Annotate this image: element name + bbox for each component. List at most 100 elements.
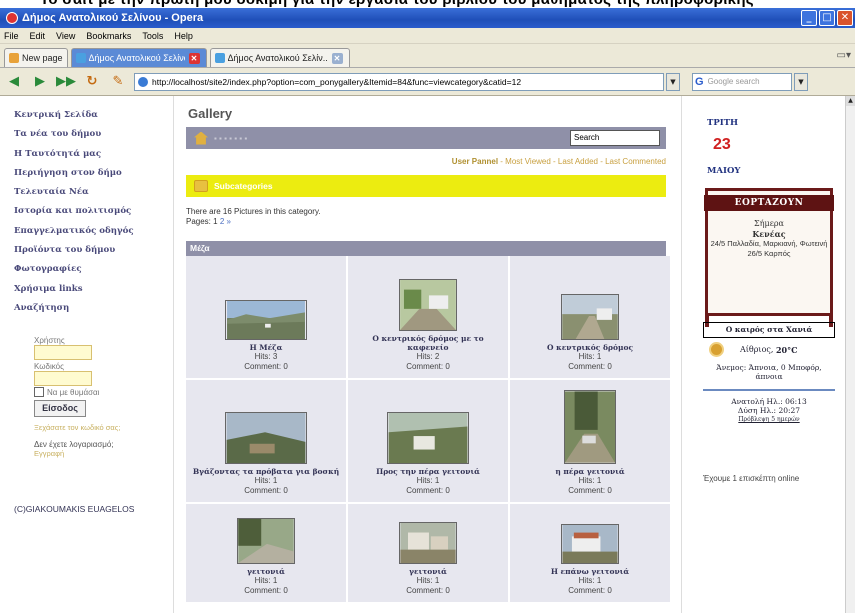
item-caption[interactable]: γειτονιά bbox=[247, 567, 285, 576]
nav-products[interactable]: Προϊόντα του δήμου bbox=[14, 241, 164, 260]
subcategories-bar[interactable]: Subcategories bbox=[186, 175, 666, 197]
thumbnail-image[interactable] bbox=[399, 279, 457, 331]
today-name: Κενέας bbox=[752, 229, 786, 239]
close-icon[interactable]: ✕ bbox=[837, 10, 853, 26]
gallery-item[interactable]: Η Μέζα Hits: 3 Comment: 0 bbox=[186, 256, 346, 378]
item-comments: Comment: 0 bbox=[244, 362, 288, 371]
nav-identity[interactable]: Η Ταυτότητά μας bbox=[14, 145, 164, 164]
nav-home[interactable]: Κεντρική Σελίδα bbox=[14, 106, 164, 125]
item-caption[interactable]: Προς την πέρα γειτονιά bbox=[376, 467, 480, 476]
menu-view[interactable]: View bbox=[56, 31, 75, 41]
item-hits: Hits: 1 bbox=[578, 352, 602, 361]
user-panel-link[interactable]: User Pannel bbox=[452, 157, 498, 166]
tab-close-icon[interactable]: ✕ bbox=[188, 52, 200, 64]
new-page-icon bbox=[9, 53, 19, 63]
username-input[interactable] bbox=[34, 345, 92, 360]
gallery-item[interactable]: Προς την πέρα γειτονιά Hits: 1 Comment: … bbox=[348, 380, 508, 502]
tab-menu-icon[interactable]: ▭▾ bbox=[837, 50, 851, 61]
item-comments: Comment: 0 bbox=[568, 586, 612, 595]
folder-icon bbox=[194, 180, 208, 192]
back-icon[interactable]: ◀ bbox=[4, 72, 24, 92]
thumbnail-image[interactable] bbox=[399, 522, 457, 564]
maximize-icon[interactable]: □ bbox=[819, 10, 835, 26]
fast-forward-icon[interactable]: ▶▶ bbox=[56, 72, 76, 92]
forecast-link[interactable]: Πρόβλεψη 5 ημερών bbox=[703, 416, 835, 423]
gallery-item[interactable]: Ο κεντρικός δρόμος Hits: 1 Comment: 0 bbox=[510, 256, 670, 378]
remember-label: Να με θυμάσαι bbox=[47, 387, 100, 397]
forgot-password-link[interactable]: Ξεχάσατε τον κωδικό σας; bbox=[34, 423, 164, 432]
item-caption[interactable]: Βγάζοντας τα πρόβατα για βοσκή bbox=[193, 467, 339, 476]
gallery-item[interactable]: Ο κεντρικός δρόμος με το καφενείο Hits: … bbox=[348, 256, 508, 378]
site-favicon-icon bbox=[75, 53, 86, 63]
menu-help[interactable]: Help bbox=[174, 31, 193, 41]
month: ΜΑΙΟΥ bbox=[707, 166, 741, 176]
item-caption[interactable]: Ο κεντρικός δρόμος με το καφενείο bbox=[354, 334, 502, 352]
gallery-item[interactable]: Βγάζοντας τα πρόβατα για βοσκή Hits: 1 C… bbox=[186, 380, 346, 502]
site-favicon-icon bbox=[214, 53, 225, 63]
thumbnail-image[interactable] bbox=[387, 412, 469, 464]
login-button[interactable]: Είσοδος bbox=[34, 400, 86, 417]
gallery-item[interactable]: γειτονιά Hits: 1 Comment: 0 bbox=[348, 504, 508, 602]
item-comments: Comment: 0 bbox=[244, 586, 288, 595]
item-hits: Hits: 1 bbox=[578, 576, 602, 585]
gallery-sort-links[interactable]: - Most Viewed - Last Added - Last Commen… bbox=[500, 157, 666, 166]
password-input[interactable] bbox=[34, 371, 92, 386]
item-caption[interactable]: γειτονιά bbox=[409, 567, 447, 576]
tab-active-site[interactable]: Δήμος Ανατολικού Σελίνου ✕ bbox=[70, 48, 207, 67]
tab-close-icon[interactable]: ✕ bbox=[331, 52, 343, 64]
item-caption[interactable]: η πέρα γειτονιά bbox=[555, 467, 624, 476]
menu-tools[interactable]: Tools bbox=[142, 31, 163, 41]
item-caption[interactable]: Ο κεντρικός δρόμος bbox=[547, 343, 633, 352]
nav-business-guide[interactable]: Επαγγελματικός οδηγός bbox=[14, 222, 164, 241]
nav-tour[interactable]: Περιήγηση στον δήμο bbox=[14, 164, 164, 183]
gallery-item[interactable]: η πέρα γειτονιά Hits: 1 Comment: 0 bbox=[510, 380, 670, 502]
weather-wind: Άνεμος: Άπνοια, 0 Μποφόρ, άπνοια bbox=[716, 363, 822, 381]
register-link[interactable]: Εγγραφή bbox=[34, 449, 164, 458]
thumbnail-image[interactable] bbox=[561, 524, 619, 564]
gallery-item[interactable]: Η επάνω γειτονιά Hits: 1 Comment: 0 bbox=[510, 504, 670, 602]
main-menu: Κεντρική Σελίδα Τα νέα του δήμου Η Ταυτό… bbox=[14, 106, 164, 318]
search-engine-input[interactable]: G Google search bbox=[692, 72, 792, 91]
thumbnail-image[interactable] bbox=[225, 412, 307, 464]
thumbnail-image[interactable] bbox=[225, 300, 307, 340]
gallery-item[interactable]: γειτονιά Hits: 1 Comment: 0 bbox=[186, 504, 346, 602]
weather-title: Ο καιρός στα Χανιά bbox=[703, 322, 835, 338]
address-toolbar: ◀ ▶ ▶▶ ↻ ✎ http://localhost/site2/index.… bbox=[0, 68, 855, 96]
address-dropdown-icon[interactable]: ▼ bbox=[666, 72, 680, 91]
weather-widget: Ο καιρός στα Χανιά Αίθριος, 20°C Άνεμος:… bbox=[703, 322, 835, 423]
item-comments: Comment: 0 bbox=[406, 362, 450, 371]
address-input[interactable]: http://localhost/site2/index.php?option=… bbox=[134, 72, 664, 91]
item-caption[interactable]: Η Μέζα bbox=[250, 343, 283, 352]
gallery-search-input[interactable]: Search bbox=[570, 130, 660, 146]
scroll-up-icon[interactable]: ▲ bbox=[846, 96, 855, 106]
forward-icon[interactable]: ▶ bbox=[30, 72, 50, 92]
menu-edit[interactable]: Edit bbox=[30, 31, 46, 41]
nav-search[interactable]: Αναζήτηση bbox=[14, 299, 164, 318]
opera-icon bbox=[6, 12, 18, 24]
edit-icon[interactable]: ✎ bbox=[108, 72, 128, 92]
reload-icon[interactable]: ↻ bbox=[82, 72, 102, 92]
nav-latest-news[interactable]: Τελευταία Νέα bbox=[14, 183, 164, 202]
tab-new-page[interactable]: New page bbox=[4, 48, 68, 67]
item-comments: Comment: 0 bbox=[406, 586, 450, 595]
sunrise: Ανατολή Ηλ.: 06:13 bbox=[731, 397, 807, 406]
tab-second-site[interactable]: Δήμος Ανατολικού Σελίν... ✕ bbox=[209, 48, 350, 67]
thumbnail-image[interactable] bbox=[561, 294, 619, 340]
google-icon: G bbox=[695, 75, 704, 88]
nav-photos[interactable]: Φωτογραφίες bbox=[14, 260, 164, 279]
minimize-icon[interactable]: _ bbox=[801, 10, 817, 26]
menu-bookmarks[interactable]: Bookmarks bbox=[86, 31, 131, 41]
menu-file[interactable]: File bbox=[4, 31, 19, 41]
page-scrollbar[interactable]: ▲ bbox=[845, 96, 855, 613]
home-icon[interactable] bbox=[194, 131, 208, 145]
nav-links[interactable]: Χρήσιμα links bbox=[14, 280, 164, 299]
next-page-link[interactable]: 2 » bbox=[220, 217, 231, 226]
nav-news[interactable]: Τα νέα του δήμου bbox=[14, 125, 164, 144]
thumbnail-image[interactable] bbox=[564, 390, 616, 464]
thumbnail-image[interactable] bbox=[237, 518, 295, 564]
nav-history[interactable]: Ιστορία και πολιτισμός bbox=[14, 202, 164, 221]
search-dropdown-icon[interactable]: ▼ bbox=[794, 72, 808, 91]
remember-row: Να με θυμάσαι bbox=[34, 387, 164, 397]
item-caption[interactable]: Η επάνω γειτονιά bbox=[551, 567, 629, 576]
remember-checkbox[interactable] bbox=[34, 387, 44, 397]
